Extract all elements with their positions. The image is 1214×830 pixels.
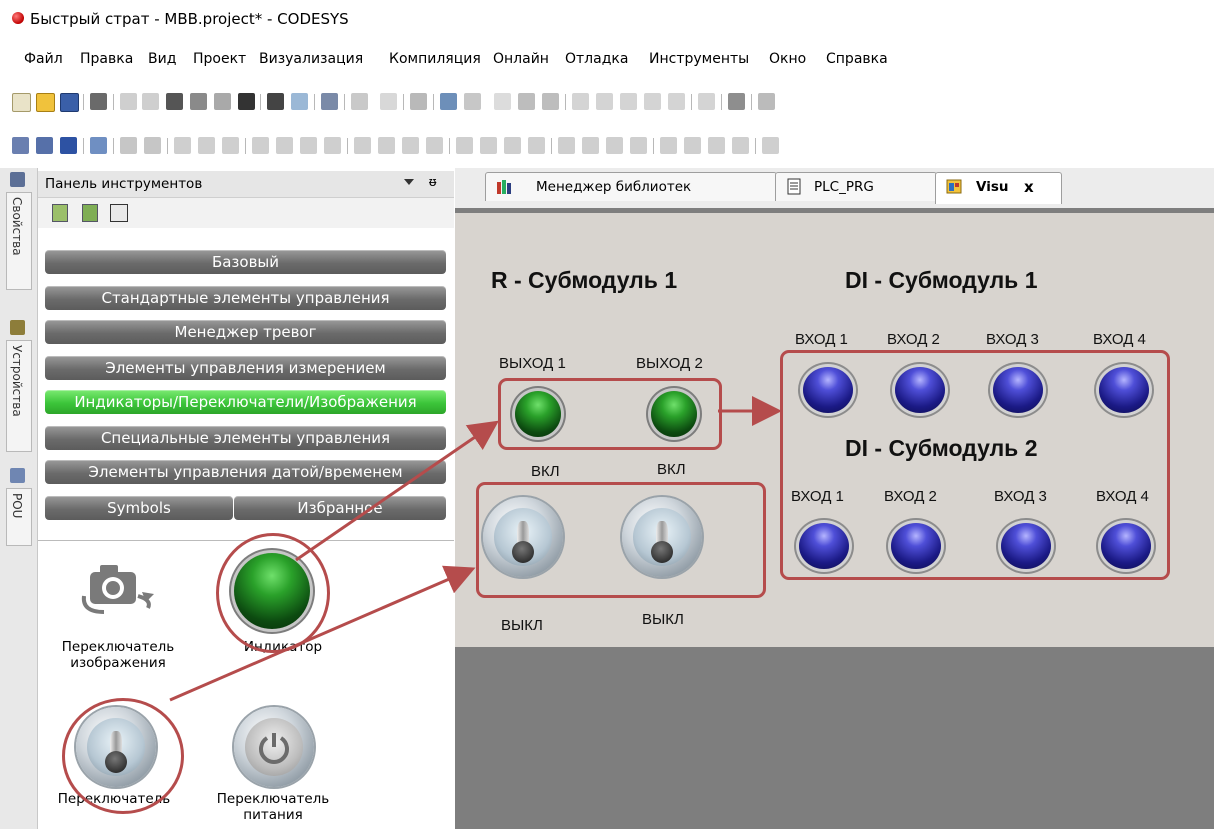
arrow-switch-to-switches: [169, 565, 476, 702]
annotation-arrows: [169, 396, 782, 702]
arrow-lamp-to-outputs: [295, 420, 499, 562]
